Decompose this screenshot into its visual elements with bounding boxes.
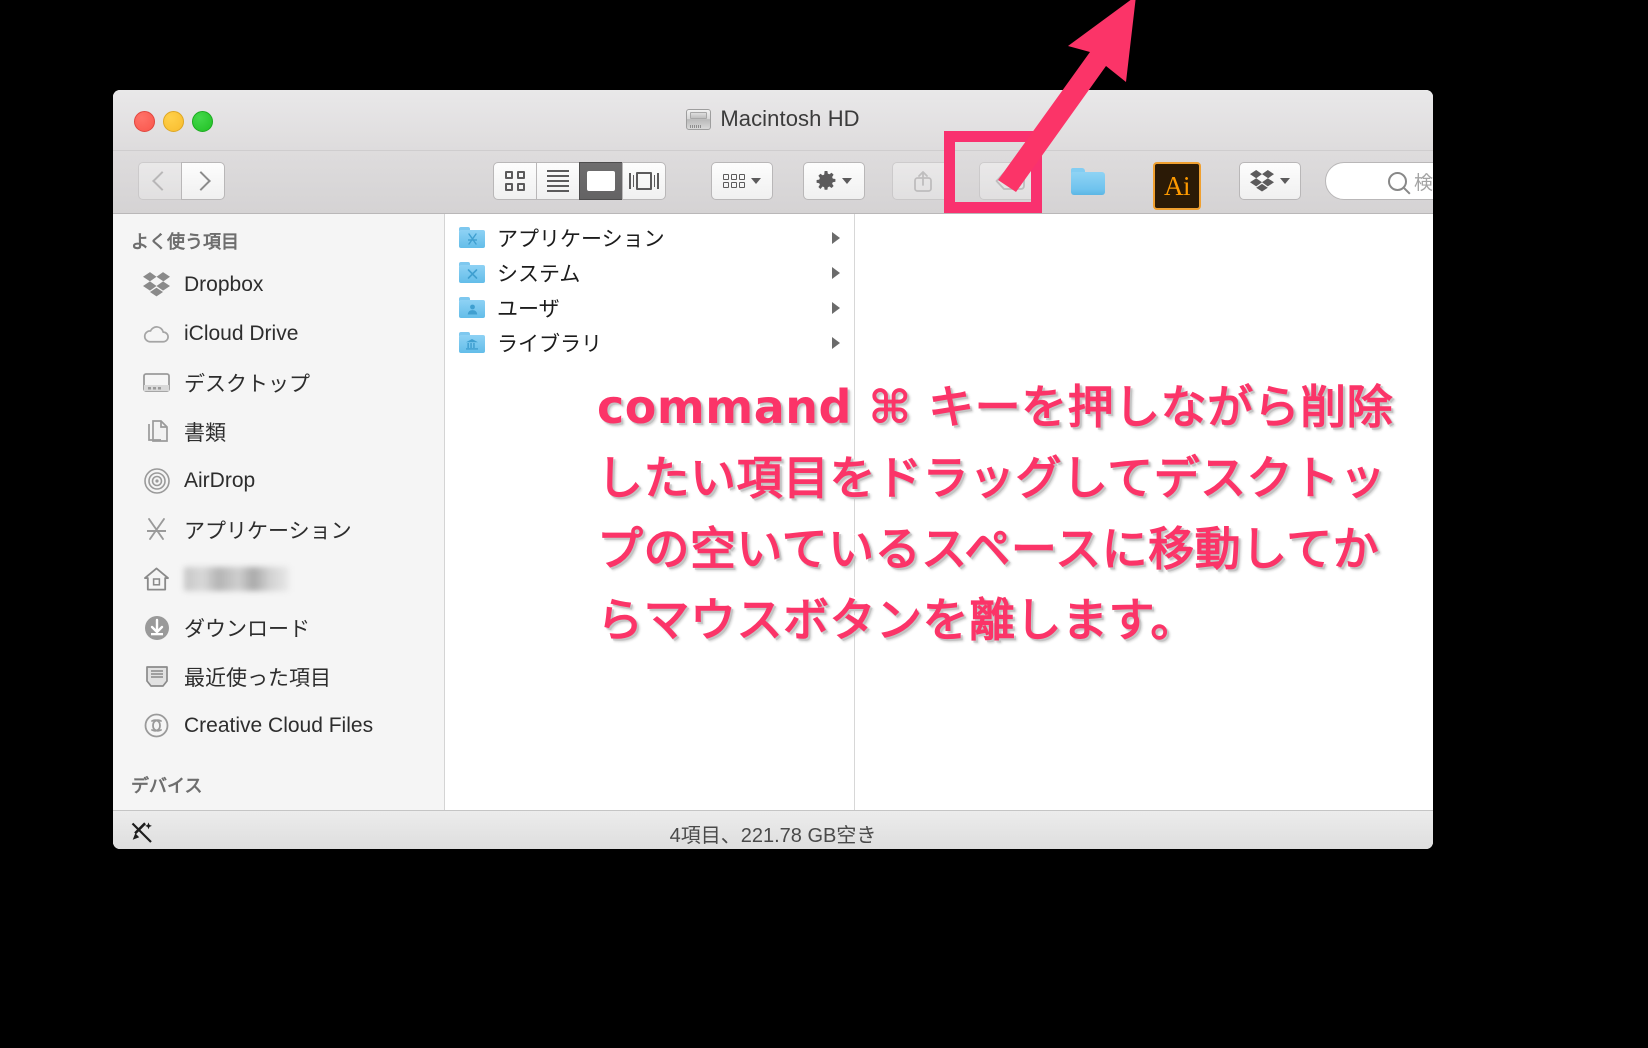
illustrator-toolbar-button[interactable]: Ai <box>1153 162 1201 210</box>
home-icon <box>143 565 170 592</box>
grid-icon <box>505 171 525 191</box>
applications-folder-icon <box>459 227 485 248</box>
dropbox-icon <box>1250 170 1274 192</box>
downloads-icon <box>143 614 170 641</box>
sidebar-item-label: 最近使った項目 <box>184 666 331 690</box>
desktop-icon <box>143 369 170 396</box>
airdrop-icon <box>143 467 170 494</box>
recents-icon <box>143 663 170 690</box>
column-item-applications[interactable]: アプリケーション <box>445 220 854 255</box>
column-item-label: ユーザ <box>497 297 560 321</box>
sidebar: よく使う項目 Dropbox iCloud Drive デスクトップ 書類 Ai… <box>113 214 445 810</box>
window-title-bar-content: Macintosh HD <box>113 104 1433 134</box>
disclosure-arrow-icon <box>832 336 840 349</box>
search-field[interactable]: 検索 <box>1325 162 1433 200</box>
coverflow-icon <box>629 172 660 190</box>
share-icon <box>912 169 934 193</box>
sidebar-item-home-label-redacted <box>184 566 289 591</box>
chevron-down-icon <box>842 178 852 184</box>
new-folder-button-surface[interactable] <box>1066 162 1110 200</box>
sidebar-item-dropbox[interactable]: Dropbox <box>113 260 444 309</box>
dropbox-icon <box>143 271 170 298</box>
sidebar-item-label: デスクトップ <box>184 372 310 396</box>
gear-icon <box>816 171 836 191</box>
chevron-right-icon <box>191 171 211 191</box>
action-menu-button[interactable] <box>803 162 865 200</box>
folder-icon <box>1071 167 1105 195</box>
cloud-icon <box>143 320 170 347</box>
dropbox-badge-off-icon[interactable] <box>129 820 155 846</box>
new-folder-toolbar-button[interactable] <box>1066 162 1110 200</box>
coverflow-view-button[interactable] <box>622 162 666 200</box>
disclosure-arrow-icon <box>832 266 840 279</box>
library-folder-icon <box>459 332 485 353</box>
navigation-buttons <box>138 162 225 200</box>
creative-cloud-icon <box>143 712 170 739</box>
sidebar-item-home[interactable] <box>113 554 444 603</box>
screen-background: Macintosh HD Ai 検 よく使う項目 Dropbox iCloud … <box>0 0 1648 1048</box>
back-button[interactable] <box>138 162 182 200</box>
sidebar-item-icloud-drive[interactable]: iCloud Drive <box>113 309 444 358</box>
system-folder-icon <box>459 262 485 283</box>
sidebar-item-desktop[interactable]: デスクトップ <box>113 358 444 407</box>
column-item-system[interactable]: システム <box>445 255 854 290</box>
sidebar-section-devices-header: デバイス <box>131 776 203 796</box>
sidebar-item-documents[interactable]: 書類 <box>113 407 444 456</box>
chevron-left-icon <box>152 171 172 191</box>
adobe-illustrator-icon[interactable]: Ai <box>1153 162 1201 210</box>
sidebar-item-label: アプリケーション <box>184 519 352 543</box>
sidebar-item-applications[interactable]: アプリケーション <box>113 505 444 554</box>
icon-view-button[interactable] <box>493 162 537 200</box>
sidebar-item-airdrop[interactable]: AirDrop <box>113 456 444 505</box>
sidebar-item-label: iCloud Drive <box>184 321 299 345</box>
sidebar-item-creative-cloud-files[interactable]: Creative Cloud Files <box>113 701 444 750</box>
action-button-surface[interactable] <box>803 162 865 200</box>
column-item-users[interactable]: ユーザ <box>445 290 854 325</box>
column-item-label: システム <box>497 262 581 286</box>
status-bar: 4項目、221.78 GB空き <box>113 810 1433 849</box>
sidebar-section-favorites-header: よく使う項目 <box>131 232 239 252</box>
toolbar: Ai 検索 <box>113 151 1433 214</box>
list-icon <box>547 170 569 192</box>
dropbox-toolbar-button[interactable] <box>1239 162 1301 200</box>
search-icon <box>1388 172 1407 191</box>
arrange-icon <box>723 174 745 188</box>
chevron-down-icon <box>751 178 761 184</box>
sidebar-item-downloads[interactable]: ダウンロード <box>113 603 444 652</box>
applications-icon <box>143 516 170 543</box>
forward-button[interactable] <box>181 162 225 200</box>
column-view-button[interactable] <box>579 162 623 200</box>
sidebar-item-label: ダウンロード <box>184 617 310 641</box>
window-title: Macintosh HD <box>720 106 860 131</box>
annotation-callout-text: command ⌘ キーを押しながら削除したい項目をドラッグしてデスクトップの空… <box>595 378 1395 649</box>
sidebar-item-label: AirDrop <box>184 468 256 492</box>
view-mode-segmented-control <box>493 162 666 200</box>
list-view-button[interactable] <box>536 162 580 200</box>
hard-disk-icon <box>686 108 712 130</box>
arrange-button-surface[interactable] <box>711 162 773 200</box>
sidebar-item-label: Dropbox <box>184 272 264 296</box>
columns-icon <box>587 171 615 191</box>
column-item-library[interactable]: ライブラリ <box>445 325 854 360</box>
disclosure-arrow-icon <box>832 301 840 314</box>
status-bar-text: 4項目、221.78 GB空き <box>669 824 877 847</box>
dropbox-button-surface[interactable] <box>1239 162 1301 200</box>
sidebar-item-label: 書類 <box>184 421 226 445</box>
annotation-highlight-box <box>944 131 1042 213</box>
titlebar: Macintosh HD <box>113 90 1433 151</box>
chevron-down-icon <box>1280 178 1290 184</box>
disclosure-arrow-icon <box>832 231 840 244</box>
sidebar-item-label: Creative Cloud Files <box>184 713 374 737</box>
sidebar-item-recents[interactable]: 最近使った項目 <box>113 652 444 701</box>
search-placeholder: 検索 <box>1414 172 1433 194</box>
column-item-label: ライブラリ <box>497 332 602 356</box>
column-item-label: アプリケーション <box>497 227 665 251</box>
arrange-menu-button[interactable] <box>711 162 773 200</box>
documents-icon <box>143 418 170 445</box>
users-folder-icon <box>459 297 485 318</box>
